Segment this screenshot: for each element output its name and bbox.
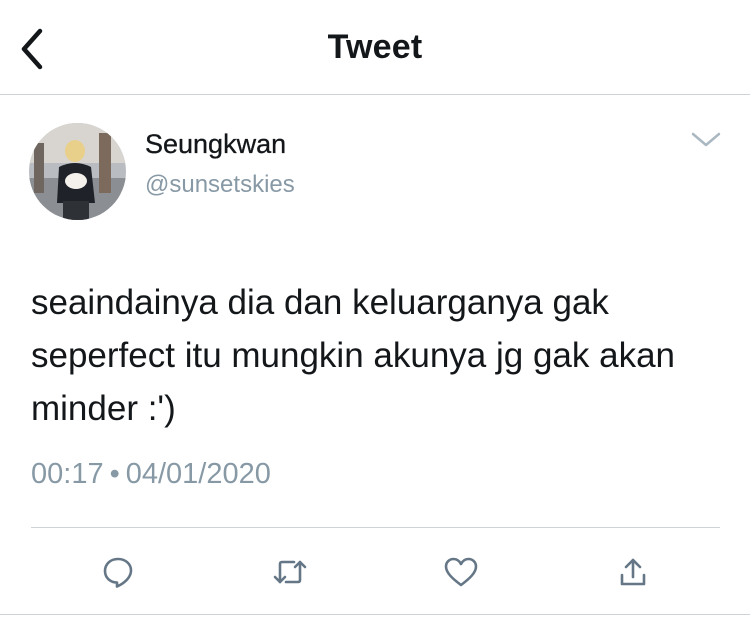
- chevron-down-icon: [691, 132, 721, 147]
- tweet-date: 04/01/2020: [125, 458, 271, 490]
- tweet-time: 00:17: [31, 458, 104, 490]
- reply-button[interactable]: [98, 552, 138, 592]
- page-title: Tweet: [327, 28, 423, 66]
- tweet-text: seaindainya dia dan keluarganya gak sepe…: [31, 283, 675, 428]
- top-bar: Tweet: [0, 0, 750, 95]
- author-name[interactable]: Seungkwan: [145, 129, 286, 160]
- retweet-icon: [273, 560, 307, 584]
- more-options-button[interactable]: [690, 128, 722, 152]
- reply-icon: [103, 557, 133, 588]
- share-button[interactable]: [613, 552, 653, 592]
- like-icon: [444, 557, 478, 587]
- divider: [0, 614, 750, 615]
- meta-separator: •: [109, 458, 120, 490]
- avatar[interactable]: [29, 123, 126, 220]
- share-icon: [620, 558, 646, 586]
- tweet-timestamp: 00:17 • 04/01/2020: [31, 458, 271, 491]
- author-handle[interactable]: @sunsetskies: [145, 171, 295, 199]
- like-button[interactable]: [441, 552, 481, 592]
- tweet-detail-screen: Tweet Seungkwan @sunsetskies seaindainya…: [0, 0, 750, 617]
- profile-photo: [29, 123, 126, 220]
- divider: [31, 527, 720, 528]
- retweet-button[interactable]: [270, 552, 310, 592]
